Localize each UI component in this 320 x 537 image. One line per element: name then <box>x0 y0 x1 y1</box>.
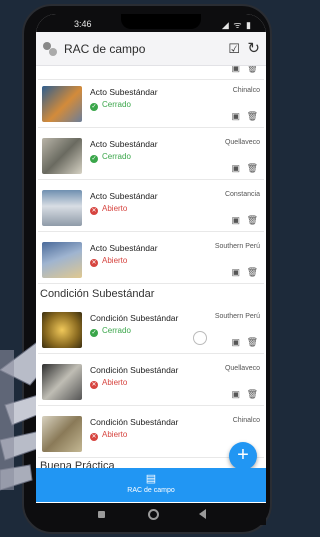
bottom-nav-item-rac[interactable]: ▤ RAC de campo <box>36 468 266 502</box>
delete-icon[interactable]: 🗑 <box>247 163 258 174</box>
pdf-icon[interactable]: ▣ <box>231 215 240 226</box>
camera-notch <box>121 14 201 29</box>
app-bar: RAC de campo ☑ ↻ <box>36 32 266 66</box>
status-badge: ✕ Abierto <box>90 378 128 389</box>
checklist-icon[interactable]: ☑ <box>228 41 240 57</box>
add-report-button[interactable]: + <box>229 442 257 470</box>
app-title: RAC de campo <box>64 42 146 56</box>
status-badge: ✕ Abierto <box>90 256 128 267</box>
pdf-icon[interactable]: ▣ <box>231 66 240 74</box>
status-time: 3:46 <box>74 19 92 29</box>
report-photo <box>42 138 82 174</box>
system-nav-bar <box>36 503 266 525</box>
status-badge: ✓ Cerrado <box>90 152 131 163</box>
status-bar: 3:46 ◢ ᯤ ▮ <box>36 14 266 32</box>
item-location: Quellaveco <box>224 139 260 146</box>
item-location: Southern Perú <box>214 243 260 250</box>
item-title: Acto Subestándar <box>90 139 158 149</box>
item-title: Acto Subestándar <box>90 191 158 201</box>
app-logo-icon <box>43 42 57 56</box>
status-badge: ✕ Abierto <box>90 430 128 441</box>
refresh-icon[interactable]: ↻ <box>247 39 260 57</box>
calendar-icon: ▤ <box>145 473 157 485</box>
pdf-icon[interactable]: ▣ <box>231 389 240 400</box>
delete-icon[interactable]: 🗑 <box>247 389 258 400</box>
item-location: Constancia <box>224 191 260 198</box>
touch-indicator <box>193 331 207 345</box>
item-location: Quellaveco <box>224 365 260 372</box>
delete-icon[interactable]: 🗑 <box>247 267 258 278</box>
item-title: Acto Subestándar <box>90 243 158 253</box>
report-photo <box>42 312 82 348</box>
report-photo <box>42 86 82 122</box>
report-photo <box>42 190 82 226</box>
report-photo <box>42 364 82 400</box>
section-header-condicion: Condición Subestándar <box>40 288 155 300</box>
delete-icon[interactable]: 🗑 <box>247 215 258 226</box>
status-icons: ◢ ᯤ ▮ <box>221 20 252 30</box>
app-screen: 3:46 ◢ ᯤ ▮ RAC de campo ☑ ↻ ▣ 🗑 Acto Sub… <box>36 14 266 509</box>
home-button[interactable] <box>148 509 159 520</box>
back-button[interactable] <box>199 509 206 519</box>
list-item[interactable]: Acto Subestándar ✓ Cerrado Quellaveco ▣ 🗑 <box>38 132 264 180</box>
list-item[interactable]: ▣ 🗑 <box>38 66 264 80</box>
item-location: Southern Perú <box>214 313 260 320</box>
item-title: Condición Subestándar <box>90 365 179 375</box>
report-list[interactable]: ▣ 🗑 Acto Subestándar ✓ Cerrado Chinalco ▣… <box>36 66 266 486</box>
recents-button[interactable] <box>98 511 105 518</box>
item-location: Chinalco <box>232 417 260 424</box>
item-title: Condición Subestándar <box>90 313 179 323</box>
delete-icon[interactable]: 🗑 <box>247 66 258 74</box>
report-photo <box>42 242 82 278</box>
pdf-icon[interactable]: ▣ <box>231 111 240 122</box>
list-item[interactable]: Condición Subestándar ✕ Abierto Quellavec… <box>38 358 264 406</box>
delete-icon[interactable]: 🗑 <box>247 111 258 122</box>
status-badge: ✕ Abierto <box>90 204 128 215</box>
pdf-icon[interactable]: ▣ <box>231 163 240 174</box>
item-title: Acto Subestándar <box>90 87 158 97</box>
delete-icon[interactable]: 🗑 <box>247 337 258 348</box>
list-item[interactable]: Acto Subestándar ✕ Abierto Constancia ▣ 🗑 <box>38 184 264 232</box>
item-location: Chinalco <box>232 87 260 94</box>
item-title: Condición Subestándar <box>90 417 179 427</box>
pdf-icon[interactable]: ▣ <box>231 337 240 348</box>
list-item[interactable]: Condición Subestándar ✓ Cerrado Southern … <box>38 306 264 354</box>
bottom-nav-label: RAC de campo <box>127 487 175 494</box>
report-photo <box>42 416 82 452</box>
pdf-icon[interactable]: ▣ <box>231 267 240 278</box>
status-badge: ✓ Cerrado <box>90 326 131 337</box>
list-item[interactable]: Acto Subestándar ✓ Cerrado Chinalco ▣ 🗑 <box>38 80 264 128</box>
list-item[interactable]: Acto Subestándar ✕ Abierto Southern Perú … <box>38 236 264 284</box>
status-badge: ✓ Cerrado <box>90 100 131 111</box>
